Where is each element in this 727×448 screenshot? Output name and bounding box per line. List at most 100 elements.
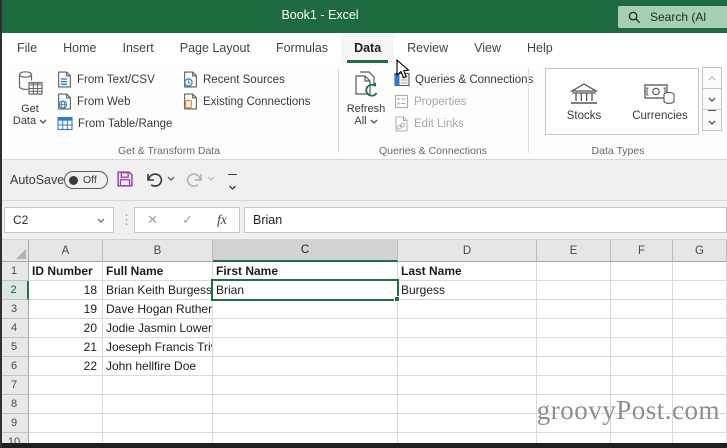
cell-G3[interactable] <box>673 300 727 319</box>
recent-sources-button[interactable]: Recent Sources <box>183 69 285 90</box>
cell-C5[interactable] <box>213 338 398 357</box>
cancel-button[interactable]: ✕ <box>147 212 158 228</box>
column-header-f[interactable]: F <box>611 240 673 262</box>
currencies-button[interactable]: Currencies <box>622 69 698 134</box>
cell-E1[interactable] <box>537 262 611 281</box>
tab-insert[interactable]: Insert <box>110 33 167 63</box>
cell-B8[interactable] <box>103 395 213 414</box>
autosave-toggle[interactable]: Off <box>64 171 108 189</box>
cell-G10[interactable] <box>673 433 727 443</box>
cell-A7[interactable] <box>29 376 103 395</box>
undo-button[interactable] <box>145 170 164 187</box>
cell-G1[interactable] <box>673 262 727 281</box>
column-header-e[interactable]: E <box>537 240 611 262</box>
tab-file[interactable]: File <box>4 33 50 63</box>
cell-F4[interactable] <box>611 319 673 338</box>
stocks-button[interactable]: Stocks <box>546 69 622 134</box>
cell-G2[interactable] <box>673 281 727 300</box>
cell-F2[interactable] <box>611 281 673 300</box>
from-table-range-button[interactable]: From Table/Range <box>57 113 172 134</box>
cell-C4[interactable] <box>213 319 398 338</box>
gallery-scroll-down-button[interactable] <box>702 88 722 110</box>
cell-G6[interactable] <box>673 357 727 376</box>
row-header-5[interactable]: 5 <box>0 338 29 357</box>
cell-G7[interactable] <box>673 376 727 395</box>
cell-D7[interactable] <box>398 376 537 395</box>
row-header-1[interactable]: 1 <box>0 262 29 281</box>
search-box[interactable]: Search (Al <box>618 6 727 28</box>
cell-F10[interactable] <box>611 433 673 443</box>
enter-button[interactable]: ✓ <box>182 212 193 228</box>
cell-B6[interactable]: John hellfire Doe <box>103 357 213 376</box>
cell-D2[interactable]: Burgess <box>398 281 537 300</box>
name-box[interactable]: C2 <box>4 207 114 233</box>
column-header-g[interactable]: G <box>673 240 727 262</box>
tab-view[interactable]: View <box>461 33 514 63</box>
gallery-expand-button[interactable] <box>702 109 722 131</box>
row-header-3[interactable]: 3 <box>0 300 29 319</box>
row-header-7[interactable]: 7 <box>0 376 29 395</box>
cell-A2[interactable]: 18 <box>29 281 103 300</box>
cell-B2[interactable]: Brian Keith Burgess <box>103 281 213 300</box>
cell-E2[interactable] <box>537 281 611 300</box>
from-text-csv-button[interactable]: From Text/CSV <box>57 69 155 90</box>
cell-A10[interactable] <box>29 433 103 443</box>
cell-B10[interactable] <box>103 433 213 443</box>
cell-C6[interactable] <box>213 357 398 376</box>
cell-F7[interactable] <box>611 376 673 395</box>
row-header-10[interactable]: 10 <box>0 433 29 443</box>
cell-C9[interactable] <box>213 414 398 433</box>
cell-D5[interactable] <box>398 338 537 357</box>
cell-B5[interactable]: Joeseph Francis Trivioni <box>103 338 213 357</box>
cell-A9[interactable] <box>29 414 103 433</box>
tab-home[interactable]: Home <box>50 33 109 63</box>
row-header-6[interactable]: 6 <box>0 357 29 376</box>
cell-D3[interactable] <box>398 300 537 319</box>
cell-A4[interactable]: 20 <box>29 319 103 338</box>
cell-E7[interactable] <box>537 376 611 395</box>
cell-C10[interactable] <box>213 433 398 443</box>
row-header-2[interactable]: 2 <box>0 281 29 300</box>
customize-toolbar-button[interactable] <box>228 174 237 195</box>
cell-A5[interactable]: 21 <box>29 338 103 357</box>
cell-C7[interactable] <box>213 376 398 395</box>
cell-B3[interactable]: Dave Hogan Rutherford <box>103 300 213 319</box>
select-all-corner[interactable] <box>0 240 29 262</box>
cell-C1[interactable]: First Name <box>213 262 398 281</box>
cell-B1[interactable]: Full Name <box>103 262 213 281</box>
cell-F3[interactable] <box>611 300 673 319</box>
tab-formulas[interactable]: Formulas <box>263 33 341 63</box>
refresh-all-button[interactable]: Refresh All <box>342 66 390 127</box>
existing-connections-button[interactable]: Existing Connections <box>183 91 310 112</box>
cell-F6[interactable] <box>611 357 673 376</box>
cell-B7[interactable] <box>103 376 213 395</box>
cell-D6[interactable] <box>398 357 537 376</box>
cell-A6[interactable]: 22 <box>29 357 103 376</box>
column-header-c[interactable]: C <box>213 240 398 262</box>
tab-data[interactable]: Data <box>341 33 394 63</box>
save-button[interactable] <box>116 170 134 188</box>
formula-input[interactable]: Brian <box>244 207 727 233</box>
cell-E5[interactable] <box>537 338 611 357</box>
cell-D4[interactable] <box>398 319 537 338</box>
cell-B9[interactable] <box>103 414 213 433</box>
name-box-dropdown-chevron[interactable] <box>97 218 105 223</box>
cell-E6[interactable] <box>537 357 611 376</box>
cell-D1[interactable]: Last Name <box>398 262 537 281</box>
insert-function-button[interactable]: fx <box>217 212 227 228</box>
cell-A3[interactable]: 19 <box>29 300 103 319</box>
get-data-button[interactable]: Get Data <box>6 66 54 127</box>
undo-dropdown-chevron[interactable] <box>167 176 175 181</box>
cell-E3[interactable] <box>537 300 611 319</box>
cell-C8[interactable] <box>213 395 398 414</box>
cell-A1[interactable]: ID Number <box>29 262 103 281</box>
cell-C3[interactable] <box>213 300 398 319</box>
cell-E4[interactable] <box>537 319 611 338</box>
cell-F1[interactable] <box>611 262 673 281</box>
column-header-d[interactable]: D <box>398 240 537 262</box>
column-header-b[interactable]: B <box>103 240 213 262</box>
cell-E10[interactable] <box>537 433 611 443</box>
row-header-8[interactable]: 8 <box>0 395 29 414</box>
cell-B4[interactable]: Jodie Jasmin Lowery <box>103 319 213 338</box>
tab-help[interactable]: Help <box>514 33 566 63</box>
